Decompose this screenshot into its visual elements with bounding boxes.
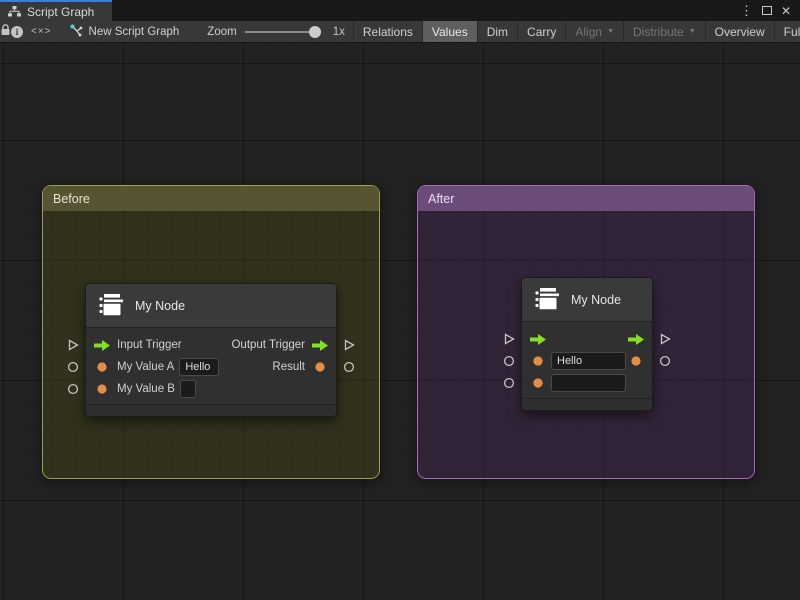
- external-trigger-port-right[interactable]: [343, 339, 355, 351]
- input-trigger-label: Input Trigger: [117, 339, 182, 351]
- external-value-port-left[interactable]: [503, 377, 515, 389]
- value-a-field[interactable]: [179, 358, 219, 376]
- node-footer: [522, 398, 652, 410]
- port-row-value-b: My Value B: [86, 378, 336, 400]
- node-before-header[interactable]: My Node: [86, 284, 336, 328]
- node-footer: [86, 404, 336, 416]
- port-row-value-b: [522, 372, 652, 394]
- external-value-port-left[interactable]: [503, 355, 515, 367]
- info-icon: i: [11, 26, 23, 38]
- unit-node-icon: [98, 293, 124, 319]
- trigger-out-port-icon[interactable]: [312, 339, 328, 351]
- values-label: Values: [432, 25, 468, 39]
- full-screen-button[interactable]: Full Scr: [774, 21, 800, 42]
- graph-toolbar: i <×> New Script Graph Zoom: [0, 21, 800, 43]
- tab-title: Script Graph: [27, 5, 94, 19]
- tab-bar: Script Graph ⋮ ✕: [0, 0, 800, 21]
- overview-label: Overview: [715, 25, 765, 39]
- port-row-trigger: [522, 328, 652, 350]
- external-value-port-right[interactable]: [343, 361, 355, 373]
- value-b-field[interactable]: [180, 380, 196, 398]
- chevron-down-icon: ▼: [689, 28, 696, 35]
- value-in-port-icon[interactable]: [530, 355, 546, 367]
- zoom-slider-handle[interactable]: [309, 26, 321, 38]
- overview-button[interactable]: Overview: [705, 21, 774, 42]
- value-out-port-icon[interactable]: [628, 355, 644, 367]
- new-graph-label: New Script Graph: [89, 26, 180, 38]
- port-row-value-a: My Value A Result: [86, 356, 336, 378]
- dim-label: Dim: [487, 25, 508, 39]
- port-row-trigger: Input Trigger Output Trigger: [86, 334, 336, 356]
- node-before-body: Input Trigger Output Trigger: [86, 328, 336, 404]
- lock-icon: [0, 24, 11, 39]
- trigger-in-port-icon[interactable]: [530, 333, 546, 345]
- chevron-down-icon: ▼: [607, 28, 614, 35]
- tab-script-graph[interactable]: Script Graph: [0, 0, 112, 21]
- full-screen-label: Full Scr: [784, 25, 800, 39]
- zoom-slider[interactable]: [245, 21, 319, 43]
- value-in-port-icon[interactable]: [94, 383, 110, 395]
- window-controls: ⋮ ✕: [740, 0, 800, 21]
- script-graph-window: Script Graph ⋮ ✕ i <×>: [0, 0, 800, 600]
- external-trigger-port-left[interactable]: [503, 333, 515, 345]
- align-button[interactable]: Align ▼: [565, 21, 623, 42]
- node-before[interactable]: My Node Input Trigger Output Trigger: [85, 283, 337, 417]
- group-before-title: Before: [53, 192, 90, 206]
- node-after-body: [522, 322, 652, 398]
- value-a-label: My Value A: [117, 361, 174, 373]
- relations-button[interactable]: Relations: [353, 21, 422, 42]
- trigger-out-port-icon[interactable]: [628, 333, 644, 345]
- carry-button[interactable]: Carry: [517, 21, 565, 42]
- value-b-label: My Value B: [117, 383, 175, 395]
- value-a-field[interactable]: [551, 352, 626, 370]
- group-after-header[interactable]: After: [418, 186, 754, 211]
- window-menu-icon[interactable]: ⋮: [740, 4, 753, 17]
- distribute-label: Distribute: [633, 25, 684, 39]
- value-in-port-icon[interactable]: [530, 377, 546, 389]
- value-in-port-icon[interactable]: [94, 361, 110, 373]
- external-trigger-port-left[interactable]: [67, 339, 79, 351]
- node-after-header[interactable]: My Node: [522, 278, 652, 322]
- zoom-control: Zoom 1x: [207, 21, 353, 42]
- distribute-button[interactable]: Distribute ▼: [623, 21, 705, 42]
- close-icon[interactable]: ✕: [781, 5, 791, 17]
- group-before-header[interactable]: Before: [43, 186, 379, 211]
- trigger-in-port-icon[interactable]: [94, 339, 110, 351]
- carry-label: Carry: [527, 25, 556, 39]
- zoom-value: 1x: [333, 26, 345, 38]
- value-b-field[interactable]: [551, 374, 626, 392]
- new-script-graph-button[interactable]: New Script Graph: [60, 21, 190, 42]
- dim-button[interactable]: Dim: [477, 21, 517, 42]
- zoom-label: Zoom: [207, 26, 236, 38]
- lock-button[interactable]: [0, 21, 11, 42]
- info-button[interactable]: i: [11, 21, 23, 42]
- graph-hierarchy-icon: [8, 6, 21, 17]
- zoom-slider-track: [245, 31, 319, 33]
- node-title: My Node: [571, 293, 621, 307]
- external-value-port-left[interactable]: [67, 383, 79, 395]
- node-title: My Node: [135, 299, 185, 313]
- relations-label: Relations: [363, 25, 413, 39]
- result-label: Result: [272, 361, 305, 373]
- align-label: Align: [575, 25, 602, 39]
- code-view-button[interactable]: <×>: [23, 21, 60, 42]
- maximize-icon[interactable]: [762, 6, 772, 15]
- external-value-port-right[interactable]: [659, 355, 671, 367]
- new-graph-icon: [70, 24, 83, 40]
- external-trigger-port-right[interactable]: [659, 333, 671, 345]
- unit-node-icon: [534, 287, 560, 313]
- toolbar-right-buttons: Relations Values Dim Carry Align ▼ Distr…: [353, 21, 800, 42]
- node-after[interactable]: My Node: [521, 277, 653, 411]
- external-value-port-left[interactable]: [67, 361, 79, 373]
- output-trigger-label: Output Trigger: [231, 339, 305, 351]
- graph-canvas[interactable]: Before After: [0, 43, 800, 600]
- group-after-title: After: [428, 192, 454, 206]
- port-row-value-a: [522, 350, 652, 372]
- values-button[interactable]: Values: [422, 21, 477, 42]
- code-icon: <×>: [31, 26, 52, 37]
- value-out-port-icon[interactable]: [312, 361, 328, 373]
